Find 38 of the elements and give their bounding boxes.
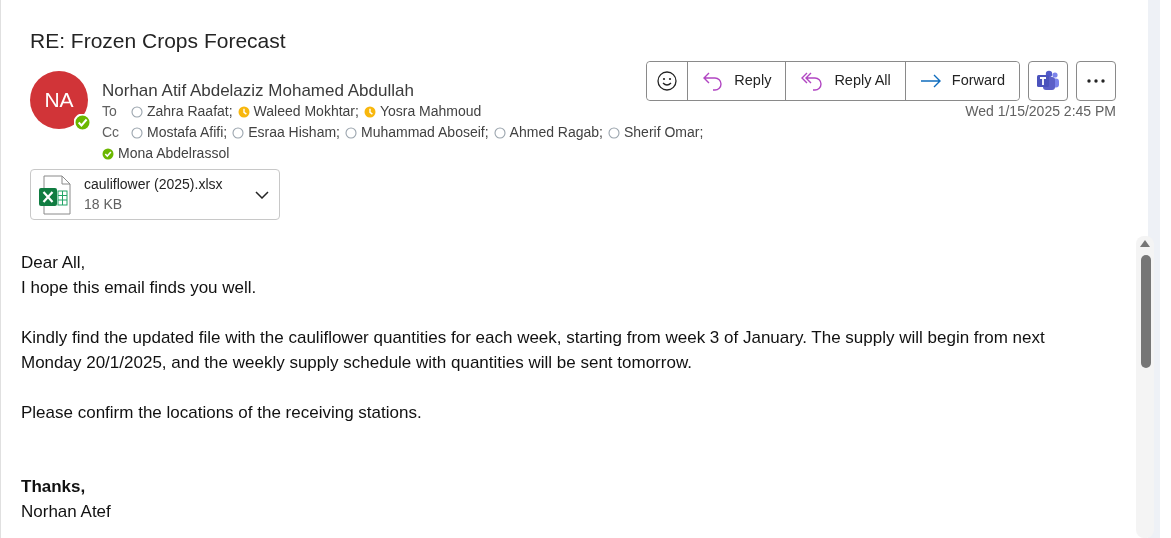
body-text: Please confirm the locations of the receiving stations.: [21, 402, 423, 424]
sent-date: Wed 1/15/2025 2:45 PM: [965, 102, 1116, 121]
cc-label: Cc: [102, 123, 121, 142]
recipient-name[interactable]: Esraa Hisham;: [248, 122, 340, 143]
reply-all-icon: [800, 71, 825, 91]
spreadsheet-file-icon: [38, 174, 72, 215]
recipient-name[interactable]: Mona Abdelrassol: [118, 143, 230, 164]
to-label: To: [102, 102, 118, 121]
recipient-name[interactable]: Sherif Omar;: [624, 122, 704, 143]
body-text: Dear All,: [21, 252, 87, 274]
sender-name[interactable]: Norhan Atif Abdelaziz Mohamed Abdullah: [102, 77, 414, 103]
signature-name: Norhan Atef: [21, 501, 112, 523]
recipient-name[interactable]: Muhammad Aboseif;: [360, 122, 489, 143]
attachment-size: 18 KB: [84, 195, 124, 214]
more-options-button[interactable]: [1076, 61, 1116, 101]
attachment-name: cauliflower (2025).xlsx: [84, 175, 224, 194]
reply-icon: [702, 71, 725, 91]
avatar: NA: [30, 71, 88, 129]
recipient-name[interactable]: Zahra Raafat;: [147, 101, 233, 122]
attachment-card[interactable]: cauliflower (2025).xlsx 18 KB: [30, 169, 280, 220]
recipient-name[interactable]: Waleed Mokhtar;: [253, 101, 359, 122]
email-subject: RE: Frozen Crops Forecast: [29, 28, 287, 54]
scrollbar-thumb[interactable]: [1141, 255, 1151, 368]
forward-button[interactable]: Forward: [904, 62, 1019, 100]
emoji-icon: [656, 70, 679, 92]
more-icon: [1087, 79, 1105, 83]
scroll-up-icon: [1140, 239, 1150, 247]
forward-icon: [919, 73, 942, 89]
body-text: Kindly find the updated file with the cauliflower quantities for each week, starting from week 3 of January. The supply will begin from next Monday 20/1/2025, and the weekly supply schedule with quantities will be sent tomorrow.: [21, 327, 1046, 374]
recipient-name[interactable]: Mostafa Afifi;: [147, 122, 228, 143]
teams-button[interactable]: [1028, 61, 1068, 101]
chevron-down-icon: [255, 190, 269, 199]
signature-closing: Thanks,: [21, 476, 87, 498]
recipient-name[interactable]: Yosra Mahmoud: [379, 101, 482, 122]
scrollbar[interactable]: [1136, 236, 1154, 538]
body-text: I hope this email finds you well.: [21, 277, 258, 299]
teams-icon: [1036, 70, 1060, 92]
recipient-name[interactable]: Ahmed Ragab;: [509, 122, 603, 143]
